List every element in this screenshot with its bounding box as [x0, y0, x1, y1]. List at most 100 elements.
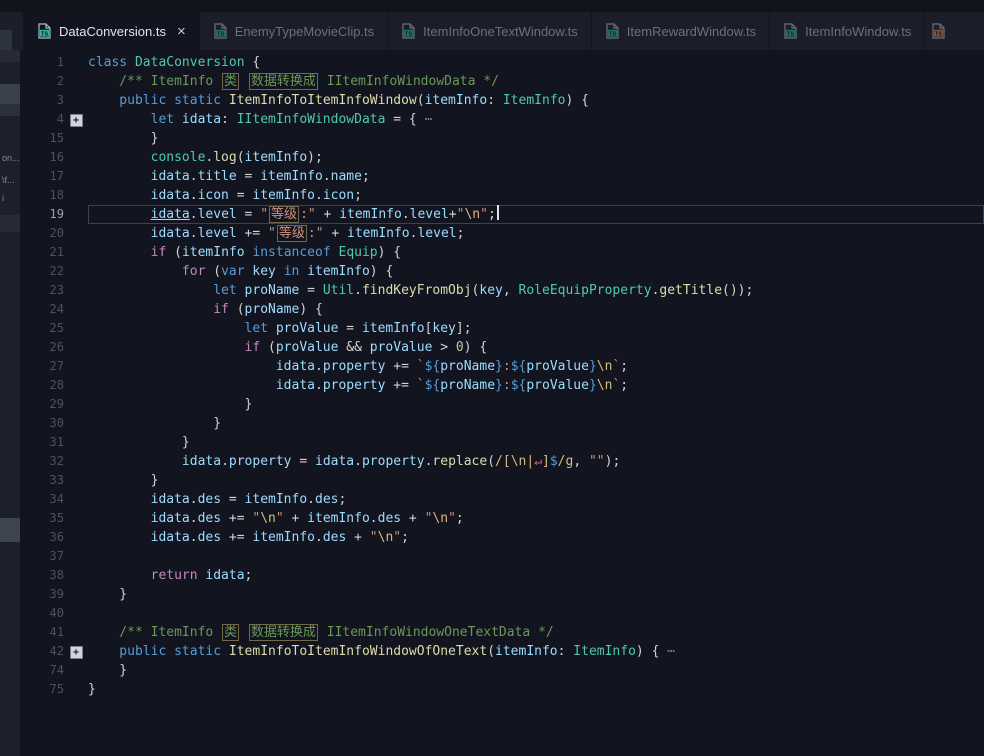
code-text[interactable]: } — [88, 395, 984, 414]
code-text[interactable]: } — [88, 680, 984, 699]
tab-iteminfowindow-ts[interactable]: TS ItemInfoWindow.ts — [770, 12, 926, 50]
tab-iteminfoonetextwindow-ts[interactable]: TS ItemInfoOneTextWindow.ts — [388, 12, 592, 50]
code-line[interactable]: 27 idata.property += `${proName}:${proVa… — [20, 357, 984, 376]
code-line[interactable]: 75} — [20, 680, 984, 699]
code-text[interactable]: } — [88, 471, 984, 490]
code-text[interactable]: if (proName) { — [88, 300, 984, 319]
code-text[interactable]: /** ItemInfo 类 数据转换成 IItemInfoWindowData… — [88, 72, 984, 91]
code-line[interactable]: 30 } — [20, 414, 984, 433]
code-text[interactable]: let idata: IItemInfoWindowData = { ⋯ — [88, 110, 984, 129]
fold-expand-icon[interactable]: + — [69, 114, 83, 127]
code-line[interactable]: 19 idata.level = " 等级:" + itemInfo.level+… — [20, 205, 984, 224]
code-line[interactable]: 23 let proName = Util.findKeyFromObj(key… — [20, 281, 984, 300]
code-token: ( — [260, 340, 276, 355]
code-text[interactable]: idata.des += "\n" + itemInfo.des + "\n"; — [88, 509, 984, 528]
code-line[interactable]: 35 idata.des += "\n" + itemInfo.des + "\… — [20, 509, 984, 528]
fold-expand-icon[interactable]: + — [69, 646, 83, 659]
code-line[interactable]: 74 } — [20, 661, 984, 680]
code-text[interactable]: console.log(itemInfo); — [88, 148, 984, 167]
code-text[interactable]: } — [88, 129, 984, 148]
code-line[interactable]: 36 idata.des += itemInfo.des + "\n"; — [20, 528, 984, 547]
code-text[interactable]: public static ItemInfoToItemInfoWindowOf… — [88, 642, 984, 661]
code-token: . — [401, 207, 410, 222]
code-text[interactable]: let proName = Util.findKeyFromObj(key, R… — [88, 281, 984, 300]
code-text[interactable]: if (itemInfo instanceof Equip) { — [88, 243, 984, 262]
close-tab-icon[interactable]: × — [177, 24, 186, 39]
code-text[interactable]: let proValue = itemInfo[key]; — [88, 319, 984, 338]
code-text[interactable] — [88, 604, 984, 623]
line-number: 30 — [49, 416, 64, 430]
tab-dataconversion-ts[interactable]: TS DataConversion.ts × — [24, 12, 200, 50]
code-text[interactable]: for (var key in itemInfo) { — [88, 262, 984, 281]
code-text[interactable]: idata.level += " 等级:" + itemInfo.level; — [88, 224, 984, 243]
code-token: if — [88, 340, 261, 355]
code-token: . — [315, 188, 323, 203]
code-line[interactable]: 29 } — [20, 395, 984, 414]
code-text[interactable]: } — [88, 661, 984, 680]
code-line[interactable]: 22 for (var key in itemInfo) { — [20, 262, 984, 281]
code-line[interactable]: 39 } — [20, 585, 984, 604]
code-text[interactable] — [88, 547, 984, 566]
code-token: idata — [88, 169, 190, 184]
code-text[interactable]: public static ItemInfoToItemInfoWindow(i… — [88, 91, 984, 110]
code-text[interactable]: idata.des = itemInfo.des; — [88, 490, 984, 509]
code-text[interactable]: } — [88, 585, 984, 604]
code-line[interactable]: 33 } — [20, 471, 984, 490]
tab-enemytypemovieclip-ts[interactable]: TS EnemyTypeMovieClip.ts — [199, 12, 389, 50]
gutter-fold-column — [64, 395, 88, 414]
code-line[interactable]: 17 idata.title = itemInfo.name; — [20, 167, 984, 186]
code-line[interactable]: 31 } — [20, 433, 984, 452]
code-token: ()); — [722, 283, 754, 298]
code-text[interactable]: idata.property += `${proName}:${proValue… — [88, 376, 984, 395]
code-line[interactable]: 24 if (proName) { — [20, 300, 984, 319]
code-line[interactable]: 37 — [20, 547, 984, 566]
svg-text:TS: TS — [217, 31, 224, 37]
code-line[interactable]: 41 /** ItemInfo 类 数据转换成 IItemInfoWindowO… — [20, 623, 984, 642]
code-line[interactable]: 4 + let idata: IItemInfoWindowData = { ⋯ — [20, 110, 984, 129]
code-text[interactable]: /** ItemInfo 类 数据转换成 IItemInfoWindowOneT… — [88, 623, 984, 642]
code-line[interactable]: 2 /** ItemInfo 类 数据转换成 IItemInfoWindowDa… — [20, 72, 984, 91]
code-token: = — [228, 188, 253, 203]
code-line[interactable]: 32 idata.property = idata.property.repla… — [20, 452, 984, 471]
gutter-fold-column — [64, 376, 88, 395]
code-text[interactable]: } — [88, 414, 984, 433]
code-token: itemInfo — [361, 321, 425, 336]
code-line[interactable]: 42 + public static ItemInfoToItemInfoWind… — [20, 642, 984, 661]
tab-partial[interactable]: TS — [925, 12, 948, 50]
code-text[interactable]: } — [88, 433, 984, 452]
code-line[interactable]: 28 idata.property += `${proName}:${proVa… — [20, 376, 984, 395]
code-line[interactable]: 20 idata.level += " 等级:" + itemInfo.level… — [20, 224, 984, 243]
code-text[interactable]: class DataConversion { — [88, 53, 984, 72]
code-line[interactable]: 16 console.log(itemInfo); — [20, 148, 984, 167]
code-text[interactable]: idata.des += itemInfo.des + "\n"; — [88, 528, 984, 547]
code-line[interactable]: 1 class DataConversion { — [20, 53, 984, 72]
code-line[interactable]: 3 public static ItemInfoToItemInfoWindow… — [20, 91, 984, 110]
code-text[interactable]: idata.level = " 等级:" + itemInfo.level+"\n… — [88, 205, 984, 224]
code-text[interactable]: if (proValue && proValue > 0) { — [88, 338, 984, 357]
code-text[interactable]: idata.property = idata.property.replace(… — [88, 452, 984, 471]
code-text[interactable]: idata.icon = itemInfo.icon; — [88, 186, 984, 205]
code-text[interactable]: idata.title = itemInfo.name; — [88, 167, 984, 186]
code-line[interactable]: 34 idata.des = itemInfo.des; — [20, 490, 984, 509]
code-text[interactable]: return idata; — [88, 566, 984, 585]
code-line[interactable]: 38 return idata; — [20, 566, 984, 585]
code-token: return — [88, 568, 198, 583]
code-token: proValue — [526, 378, 589, 393]
code-line[interactable]: 18 idata.icon = itemInfo.icon; — [20, 186, 984, 205]
code-line[interactable]: 26 if (proValue && proValue > 0) { — [20, 338, 984, 357]
code-text[interactable]: idata.property += `${proName}:${proValue… — [88, 357, 984, 376]
code-token: . — [189, 492, 198, 507]
code-line[interactable]: 25 let proValue = itemInfo[key]; — [20, 319, 984, 338]
code-token: 等级 — [269, 206, 300, 223]
code-line[interactable]: 15 } — [20, 129, 984, 148]
code-token: ; — [244, 568, 253, 583]
code-editor-area[interactable]: 1 class DataConversion {2 /** ItemInfo 类 … — [20, 50, 984, 756]
code-line[interactable]: 40 — [20, 604, 984, 623]
code-line[interactable]: 21 if (itemInfo instanceof Equip) { — [20, 243, 984, 262]
code-token: , — [573, 454, 589, 469]
explorer-sidebar-sliver[interactable]: on... \f... i — [0, 50, 20, 756]
code-token: " — [369, 530, 378, 545]
tab-itemrewardwindow-ts[interactable]: TS ItemRewardWindow.ts — [591, 12, 771, 50]
